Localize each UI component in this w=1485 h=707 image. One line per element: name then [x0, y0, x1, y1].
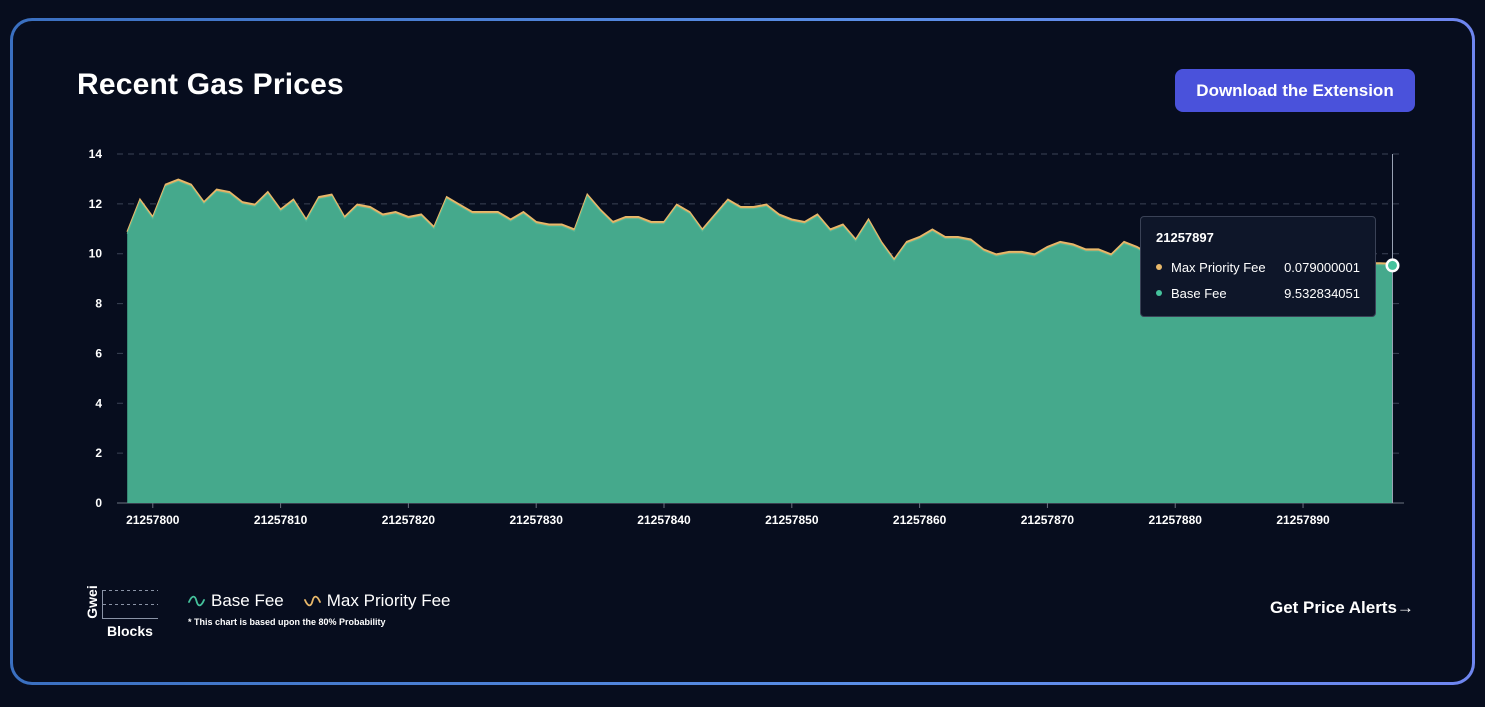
- y-tick-label: 4: [95, 396, 102, 410]
- priority-dot-icon: [1156, 264, 1162, 270]
- axes-legend-icon: [102, 590, 158, 619]
- hover-point: [1387, 260, 1397, 270]
- y-tick-label: 12: [89, 197, 103, 211]
- y-tick-label: 8: [95, 297, 102, 311]
- y-tick-label: 14: [89, 147, 103, 161]
- x-tick-label: 21257860: [893, 513, 947, 527]
- tooltip-block-number: 21257897: [1156, 230, 1214, 245]
- x-tick-label: 21257830: [510, 513, 564, 527]
- y-tick-label: 0: [95, 496, 102, 510]
- legend-item-base-fee[interactable]: Base Fee: [188, 591, 284, 611]
- series-legend: Base Fee Max Priority Fee: [188, 591, 471, 611]
- axes-legend: Gwei Blocks: [83, 576, 163, 640]
- tooltip-priority-value: 0.079000001: [1284, 259, 1360, 275]
- x-tick-label: 21257850: [765, 513, 819, 527]
- x-tick-label: 21257840: [637, 513, 691, 527]
- legend-item-priority-fee[interactable]: Max Priority Fee: [303, 591, 451, 611]
- x-tick-label: 21257820: [382, 513, 436, 527]
- x-tick-label: 21257870: [1021, 513, 1075, 527]
- tooltip-base-label: Base Fee: [1171, 285, 1227, 301]
- wave-icon-priority: [303, 595, 321, 607]
- x-tick-label: 21257890: [1276, 513, 1330, 527]
- y-unit-label: Gwei: [84, 585, 100, 619]
- y-tick-label: 6: [95, 346, 102, 360]
- tooltip-priority-label: Max Priority Fee: [1171, 259, 1266, 275]
- probability-note: * This chart is based upon the 80% Proba…: [188, 617, 386, 627]
- legend-priority-fee-label: Max Priority Fee: [326, 591, 451, 610]
- y-tick-label: 2: [95, 446, 102, 460]
- y-tick-label: 10: [89, 247, 103, 261]
- chart-tooltip: 21257897 Max Priority Fee 0.079000001 Ba…: [1140, 216, 1376, 317]
- tooltip-base-value: 9.532834051: [1284, 285, 1360, 301]
- x-tick-label: 21257810: [254, 513, 308, 527]
- x-tick-label: 21257880: [1149, 513, 1203, 527]
- get-price-alerts-link[interactable]: Get Price Alerts→: [1270, 598, 1414, 618]
- x-tick-label: 21257800: [126, 513, 180, 527]
- tooltip-row-base: Base Fee 9.532834051: [1156, 280, 1360, 306]
- x-unit-label: Blocks: [107, 623, 153, 639]
- legend-base-fee-label: Base Fee: [211, 591, 284, 610]
- base-dot-icon: [1156, 290, 1162, 296]
- wave-icon-base: [188, 595, 205, 607]
- tooltip-row-priority: Max Priority Fee 0.079000001: [1156, 254, 1360, 280]
